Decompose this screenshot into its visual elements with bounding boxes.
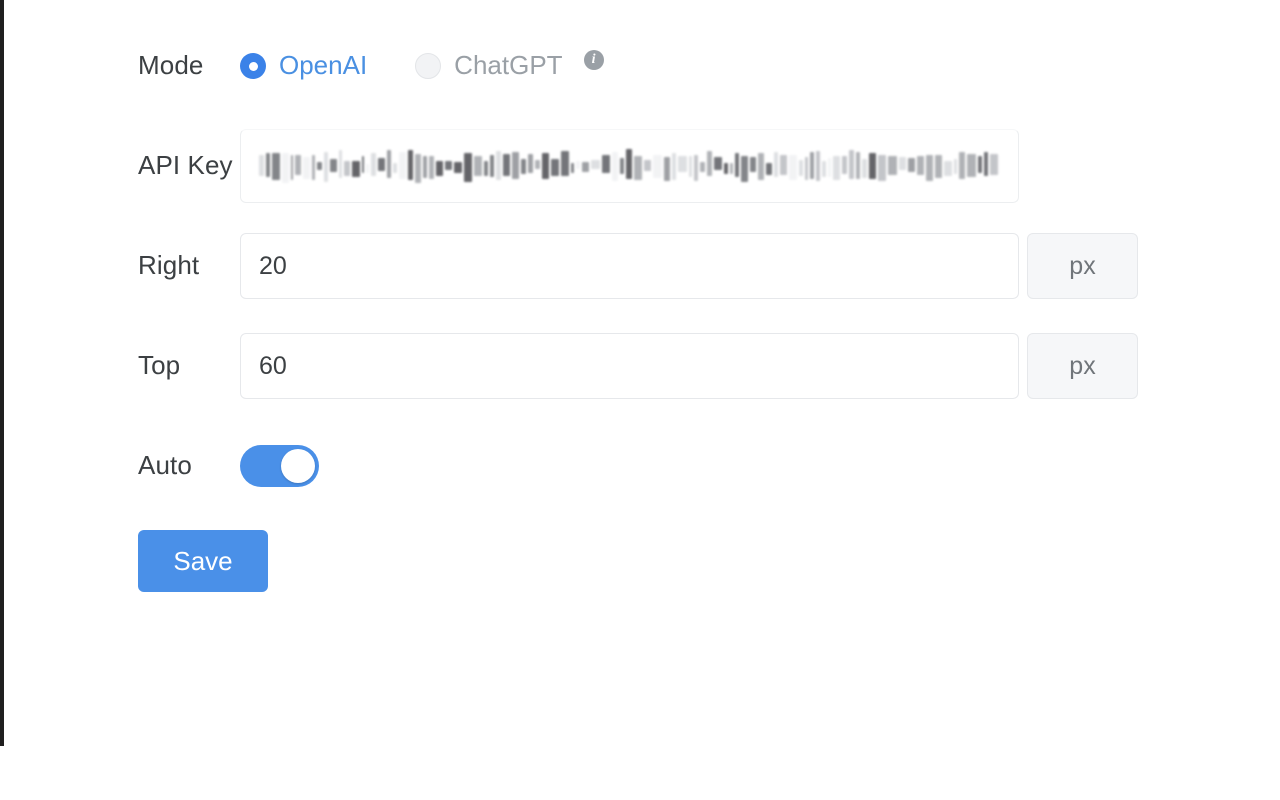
row-right: Right px	[0, 216, 1280, 316]
api-key-control	[240, 129, 1280, 203]
auto-control	[240, 445, 1280, 487]
radio-selected-icon[interactable]	[240, 53, 266, 79]
label-auto: Auto	[138, 450, 192, 481]
save-button[interactable]: Save	[138, 530, 268, 592]
radio-unselected-icon[interactable]	[415, 53, 442, 79]
row-api-key: API Key	[0, 116, 1280, 216]
top-unit-addon: px	[1027, 333, 1138, 399]
row-mode: Mode OpenAI ChatGPT i	[0, 16, 1280, 116]
radio-option-openai[interactable]: OpenAI	[240, 50, 367, 81]
right-input[interactable]	[240, 233, 1019, 299]
actions-row: Save	[0, 516, 1280, 606]
api-key-input-wrap	[240, 129, 1019, 203]
label-api-key: API Key	[138, 150, 233, 181]
mode-radio-group: OpenAI ChatGPT i	[240, 50, 604, 82]
api-key-input[interactable]	[240, 129, 1019, 203]
info-icon[interactable]: i	[583, 50, 604, 70]
right-unit-addon: px	[1027, 233, 1138, 299]
top-input[interactable]	[240, 333, 1019, 399]
top-control: px	[240, 333, 1280, 399]
label-mode: Mode	[138, 50, 204, 81]
mode-control: OpenAI ChatGPT i	[240, 50, 1280, 82]
radio-label-chatgpt: ChatGPT	[454, 50, 563, 81]
top-input-wrap: px	[240, 333, 1138, 399]
radio-label-openai: OpenAI	[279, 50, 368, 81]
right-control: px	[240, 233, 1280, 299]
auto-toggle-knob	[281, 449, 315, 483]
label-top: Top	[138, 350, 181, 381]
settings-form: Mode OpenAI ChatGPT i API Key Right 20 p…	[0, 0, 1280, 606]
row-auto: Auto	[0, 416, 1280, 516]
label-right: Right	[138, 250, 200, 281]
radio-option-chatgpt[interactable]: ChatGPT i	[415, 50, 604, 82]
auto-toggle[interactable]	[240, 445, 319, 487]
row-top: Top px	[0, 316, 1280, 416]
right-input-wrap: px	[240, 233, 1138, 299]
settings-page: Mode OpenAI ChatGPT i API Key Right 20 p…	[0, 0, 1280, 800]
